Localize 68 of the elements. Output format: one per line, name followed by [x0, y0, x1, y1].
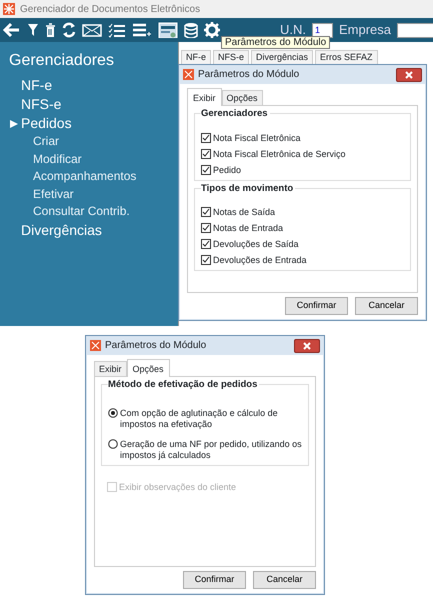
sidebar-subitem[interactable]: Consultar Contrib.	[33, 204, 130, 218]
dialog-title: Parâmetros do Módulo	[105, 339, 208, 353]
back-icon[interactable]	[3, 22, 21, 38]
app-icon	[90, 340, 101, 351]
tab[interactable]: Erros SEFAZ	[315, 50, 378, 64]
field-label: U.N.	[280, 21, 306, 38]
checklist-icon[interactable]	[108, 22, 126, 38]
un-field[interactable]: 1	[312, 22, 333, 38]
radio-button[interactable]	[108, 408, 118, 418]
sidebar-item[interactable]: Pedidos	[21, 114, 72, 133]
sidebar-heading: Gerenciadores	[9, 51, 115, 71]
option-label: Notas de Entrada	[213, 223, 284, 234]
tab[interactable]: Opções	[126, 359, 170, 377]
close-icon	[303, 342, 311, 350]
option-label: Devoluções de Entrada	[213, 255, 307, 266]
option-label: Nota Fiscal Eletrônica de Serviço	[213, 148, 346, 160]
tab[interactable]: NFS-e	[213, 50, 250, 64]
option-label: Notas de Saída	[213, 207, 276, 218]
tab[interactable]: Exibir	[187, 88, 222, 106]
settings-icon[interactable]	[204, 22, 220, 38]
close-button[interactable]	[294, 338, 320, 352]
checkbox[interactable]	[201, 132, 211, 142]
field-label: Empresa	[339, 21, 392, 40]
dialog-button[interactable]: Confirmar	[183, 571, 246, 589]
mail-icon[interactable]	[82, 22, 102, 38]
option-label: Nota Fiscal Eletrônica	[213, 132, 301, 144]
tab[interactable]: NF-e	[181, 50, 211, 64]
dialog-button[interactable]: Cancelar	[253, 571, 316, 589]
close-button[interactable]	[396, 68, 422, 82]
checkbox[interactable]	[201, 255, 211, 265]
app-icon	[3, 3, 15, 15]
tab[interactable]: Divergências	[251, 50, 314, 64]
checkbox[interactable]	[201, 223, 211, 233]
tab[interactable]: Exibir	[94, 361, 127, 376]
app-icon	[183, 69, 194, 80]
tab[interactable]: Opções	[222, 90, 263, 105]
trash-icon[interactable]	[45, 22, 56, 38]
option-label: Exibir observações do cliente	[119, 482, 236, 492]
checkbox[interactable]	[201, 164, 211, 174]
option-label: Pedido	[213, 164, 242, 176]
sidebar-item[interactable]: Divergências	[21, 220, 102, 240]
sidebar-subitem[interactable]: Acompanhamentos	[33, 169, 136, 183]
option-label: Com opção de aglutinação e cálculo de impostos na efetivação	[120, 408, 279, 430]
checkbox[interactable]	[201, 148, 211, 158]
sidebar-subitem[interactable]: Modificar	[33, 152, 82, 166]
dialog-title: Parâmetros do Módulo	[198, 68, 300, 82]
checkbox[interactable]	[201, 239, 211, 249]
option-label: Geração de uma NF por pedido, utilizando os impostos já calculados	[120, 438, 302, 460]
checkbox[interactable]	[201, 207, 211, 217]
close-icon	[405, 70, 413, 78]
radio-button[interactable]	[108, 438, 118, 448]
group-title: Método de efetivação de pedidos	[108, 379, 260, 390]
sidebar-subitem[interactable]: Criar	[33, 134, 59, 148]
sidebar-subitem[interactable]: Efetivar	[33, 186, 74, 200]
filter-icon[interactable]	[27, 22, 39, 38]
sidebar-item[interactable]: NFS-e	[21, 95, 62, 114]
refresh-icon[interactable]	[62, 22, 76, 38]
dialog-button[interactable]: Cancelar	[355, 297, 418, 315]
sidebar-item[interactable]: NF-e	[21, 76, 52, 95]
form-icon[interactable]	[158, 22, 178, 38]
list-add-icon[interactable]	[132, 22, 152, 38]
database-icon[interactable]	[184, 22, 198, 38]
tooltip: Parâmetros do Módulo	[221, 36, 330, 49]
option-label: Devoluções de Saída	[213, 239, 299, 250]
window-title: Gerenciador de Documentos Eletrônicos	[20, 2, 200, 16]
dialog-button[interactable]: Confirmar	[285, 297, 348, 315]
group-title: Gerenciadores	[201, 108, 270, 119]
group-title: Tipos de movimento	[201, 182, 296, 194]
